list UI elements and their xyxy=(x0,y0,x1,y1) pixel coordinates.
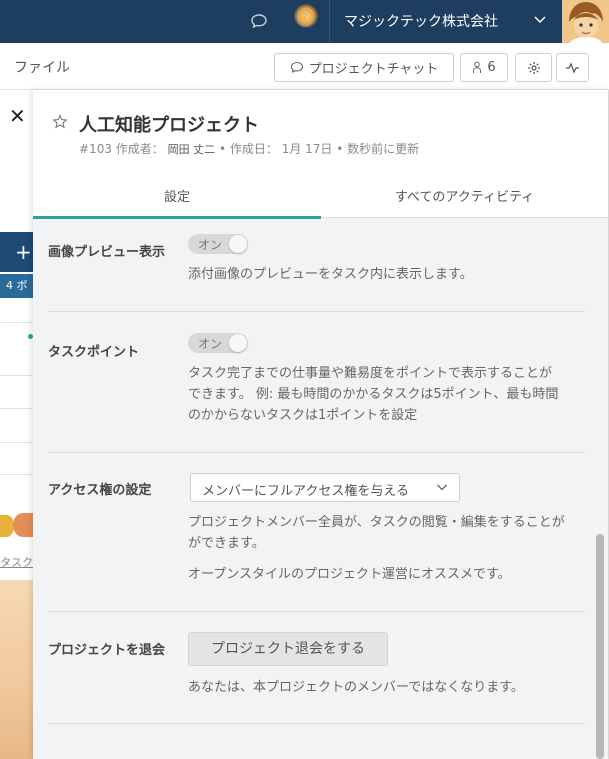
created-prefix: • 作成日： xyxy=(218,142,278,156)
task-link[interactable]: タスクを xyxy=(0,554,33,570)
star-icon[interactable] xyxy=(52,114,68,130)
task-points-desc: タスク完了までの仕事量や難易度をポイントで表示することが できます。 例: 最も… xyxy=(188,363,588,426)
desc-line: タスク完了までの仕事量や難易度をポイントで表示することが xyxy=(188,366,553,381)
image-preview-desc: 添付画像のプレビューをタスク内に表示します。 xyxy=(188,267,473,282)
divider xyxy=(48,452,585,453)
leave-project-label: プロジェクトを退会 xyxy=(48,643,166,658)
settings-button[interactable] xyxy=(515,53,552,82)
toggle-knob xyxy=(229,235,247,253)
add-icon[interactable]: + xyxy=(0,232,33,272)
access-desc: プロジェクトメンバー全員が、タスクの閲覧・編集をすることが ができます。 xyxy=(188,512,588,554)
file-menu[interactable]: ファイル xyxy=(14,57,70,77)
project-settings-panel: 人工知能プロジェクト #103 作成者： 岡田 丈二 • 作成日： 1月 17日… xyxy=(33,90,608,759)
updated-time: • 数秒前に更新 xyxy=(336,142,420,156)
divider xyxy=(48,723,585,724)
access-select[interactable]: メンバーにフルアクセス権を与える xyxy=(190,473,460,502)
avatar xyxy=(0,515,14,537)
toggle-knob xyxy=(229,334,247,352)
task-points-toggle[interactable]: オン xyxy=(188,333,248,353)
members-button[interactable]: 6 xyxy=(460,53,508,82)
toggle-label: オン xyxy=(198,238,223,252)
member-count: 6 xyxy=(487,60,496,75)
access-select-value: メンバーにフルアクセス権を与える xyxy=(202,484,409,499)
project-meta: #103 作成者： 岡田 丈二 • 作成日： 1月 17日 • 数秒前に更新 xyxy=(79,140,419,157)
author-prefix: 作成者： xyxy=(115,142,164,156)
project-header-bar: ファイル プロジェクトチャット 6 xyxy=(0,43,609,90)
company-name[interactable]: マジックテック株式会社 xyxy=(344,11,498,31)
chevron-down-icon[interactable] xyxy=(533,12,547,26)
activity-button[interactable] xyxy=(556,53,589,82)
tab-settings[interactable]: 設定 xyxy=(33,186,321,219)
top-nav-bar: ? マジックテック株式会社 xyxy=(0,0,609,43)
gear-icon xyxy=(527,61,540,74)
pulse-icon xyxy=(566,61,579,74)
person-icon xyxy=(473,61,482,73)
panel-header: 人工知能プロジェクト #103 作成者： 岡田 丈二 • 作成日： 1月 17日… xyxy=(33,90,608,219)
settings-content: 画像プレビュー表示 オン 添付画像のプレビューをタスク内に表示します。 タスクポ… xyxy=(33,219,608,759)
access-label: アクセス権の設定 xyxy=(48,483,152,498)
desc-line: ができます。 xyxy=(188,536,265,551)
row-divider xyxy=(0,375,33,376)
close-icon[interactable]: ✕ xyxy=(9,104,26,128)
chat-bubble-icon xyxy=(290,61,303,74)
chevron-down-icon xyxy=(437,484,447,491)
leave-project-button[interactable]: プロジェクト退会をする xyxy=(188,632,388,666)
board-header: 4 ボ xyxy=(0,274,33,298)
help-icon[interactable]: ? xyxy=(297,10,313,26)
avatar xyxy=(13,513,33,537)
divider xyxy=(48,311,585,312)
divider xyxy=(48,611,585,612)
desc-line: できます。 例: 最も時間のかかるタスクは5ポイント、最も時間 xyxy=(188,387,559,402)
created-date: 1月 17日 xyxy=(281,142,333,156)
topbar-divider xyxy=(329,0,330,43)
project-number: #103 xyxy=(79,142,112,156)
toggle-label: オン xyxy=(198,337,223,351)
desc-line: のかからないタスクは1ポイントを設定 xyxy=(188,408,418,423)
access-note: オープンスタイルのプロジェクト運営にオススメです。 xyxy=(188,567,511,582)
row-divider xyxy=(0,474,33,475)
page-title: 人工知能プロジェクト xyxy=(79,115,259,136)
chat-icon[interactable] xyxy=(250,13,268,29)
author-name[interactable]: 岡田 丈二 xyxy=(168,143,216,156)
desc-line: プロジェクトメンバー全員が、タスクの閲覧・編集をすることが xyxy=(188,515,565,530)
leave-project-desc: あなたは、本プロジェクトのメンバーではなくなります。 xyxy=(188,680,524,695)
background-page: ✕ + 4 ボ タスクを xyxy=(0,90,33,759)
tab-activity-label: すべてのアクティビティ xyxy=(394,190,535,205)
row-divider xyxy=(0,442,33,443)
project-chat-label: プロジェクトチャット xyxy=(308,62,439,77)
image-preview-toggle[interactable]: オン xyxy=(188,234,248,254)
task-points-label: タスクポイント xyxy=(48,345,140,360)
row-divider xyxy=(0,322,33,323)
scrollbar[interactable] xyxy=(596,534,604,759)
background-photo xyxy=(0,580,33,759)
tab-all-activity[interactable]: すべてのアクティビティ xyxy=(321,186,608,218)
tab-settings-label: 設定 xyxy=(163,190,190,205)
row-divider xyxy=(0,408,33,409)
project-chat-button[interactable]: プロジェクトチャット xyxy=(274,53,454,82)
avatar[interactable] xyxy=(562,0,609,43)
image-preview-label: 画像プレビュー表示 xyxy=(48,245,166,260)
